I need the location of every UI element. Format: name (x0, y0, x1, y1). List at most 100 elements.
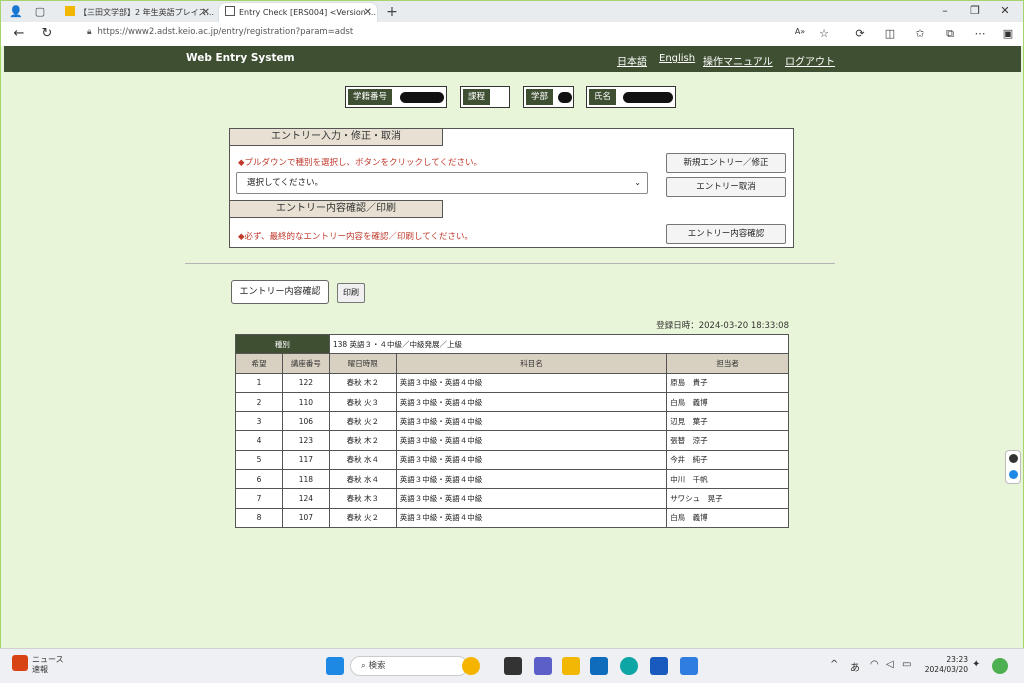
restore-icon[interactable]: ❐ (967, 4, 983, 17)
notification-icon[interactable]: ✦ (972, 659, 980, 670)
news-widget[interactable]: ニュース 速報 (12, 655, 64, 675)
close-circle-icon[interactable] (1009, 454, 1018, 463)
clock[interactable]: 23:23 2024/03/20 (924, 655, 968, 675)
period-cell: 春秋 火２ (328, 507, 397, 528)
clock-time: 23:23 (946, 655, 968, 664)
subject-cell: 英語３中級・英語４中級 (395, 507, 668, 528)
link-japanese[interactable]: 日本語 (617, 53, 647, 68)
teacher-cell: 白鳥 義博 (666, 391, 789, 413)
tab-placement-test[interactable]: 【三田文学部】2 年生英語プレイス... ✕ (59, 3, 215, 23)
teacher-cell: 辺見 葉子 (666, 411, 789, 432)
faculty-label: 学部 (526, 89, 554, 105)
table-row: 6 118 春秋 水４ 英語３中級・英語４中級 中川 千帆 (235, 469, 789, 490)
preference-cell: 8 (235, 507, 283, 528)
preference-cell: 1 (235, 372, 283, 393)
task-view-icon[interactable] (504, 657, 522, 675)
tab-actions-icon[interactable]: ▢ (33, 5, 47, 19)
read-aloud-icon[interactable]: A» (793, 27, 807, 36)
word-icon[interactable] (650, 657, 668, 675)
site-header: Web Entry System 日本語 English 操作マニュアル ログア… (4, 46, 1021, 72)
chevron-down-icon: ⌄ (634, 178, 641, 187)
header-row: 希望 講座番号 曜日時限 科目名 担当者 (235, 353, 789, 374)
preference-cell: 2 (235, 391, 283, 413)
profile-icon[interactable]: 👤 (9, 5, 23, 19)
teacher-cell: 中川 千帆 (666, 469, 789, 490)
side-panel-icons[interactable] (1005, 450, 1021, 484)
entry-confirm-section-title: エントリー内容確認／印刷 (229, 200, 443, 218)
taskbar-search[interactable]: ⌕ 検索 (350, 656, 468, 676)
close-tab-icon[interactable]: ✕ (364, 3, 372, 23)
faculty-badge: 学部 (523, 86, 574, 108)
cancel-entry-button[interactable]: エントリー取消 (666, 177, 786, 197)
preference-cell: 6 (235, 469, 283, 490)
copilot-icon[interactable] (992, 658, 1008, 674)
url-field[interactable]: 🔒︎ https://www2.adst.keio.ac.jp/entry/reg… (87, 27, 353, 37)
course-badge: 課程 (460, 86, 510, 108)
tab-label: 【三田文学部】2 年生英語プレイス... (79, 8, 215, 17)
start-icon[interactable] (326, 657, 344, 675)
course-no-cell: 124 (281, 488, 330, 509)
close-window-icon[interactable]: ✕ (997, 4, 1013, 17)
subject-cell: 英語３中級・英語４中級 (395, 469, 668, 490)
teams-icon[interactable] (534, 657, 552, 675)
link-manual[interactable]: 操作マニュアル (703, 53, 773, 68)
tray-chevron-icon[interactable]: ^ (830, 659, 838, 670)
preference-cell: 4 (235, 430, 283, 451)
table-body: 1 122 春秋 木２ 英語３中級・英語４中級 原島 貴子 2 110 春秋 火３ 英語３中級・… (235, 372, 789, 528)
more-menu-icon[interactable]: ⋯ (973, 27, 987, 40)
wifi-icon[interactable]: ◠ (870, 659, 879, 670)
refresh-icon[interactable]: ↻ (39, 26, 55, 42)
ime-indicator[interactable]: あ (850, 659, 860, 674)
subject-cell: 英語３中級・英語４中級 (395, 391, 668, 413)
app-icon[interactable] (680, 657, 698, 675)
course-no-cell: 110 (281, 391, 330, 413)
url-text: https://www2.adst.keio.ac.jp/entry/regis… (97, 27, 354, 37)
widgets-icon[interactable] (462, 657, 480, 675)
edge-icon[interactable] (620, 657, 638, 675)
subject-cell: 英語３中級・英語４中級 (395, 430, 668, 451)
file-explorer-icon[interactable] (562, 657, 580, 675)
preference-cell: 3 (235, 411, 283, 432)
course-no-cell: 122 (281, 372, 330, 393)
name-label: 氏名 (589, 89, 617, 105)
period-cell: 春秋 火３ (328, 391, 397, 413)
news-line2: 速報 (32, 665, 48, 674)
entry-confirm-button[interactable]: エントリー内容確認 (666, 224, 786, 244)
table-row: 3 106 春秋 火２ 英語３中級・英語４中級 辺見 葉子 (235, 411, 789, 432)
teacher-cell: 今井 純子 (666, 449, 789, 471)
close-tab-icon[interactable]: ✕ (202, 3, 210, 23)
new-tab-icon[interactable]: + (385, 5, 399, 19)
extensions-icon[interactable]: ⟳ (853, 27, 867, 40)
entry-type-select[interactable]: 選択してください。 ⌄ (236, 172, 648, 194)
col-teacher: 担当者 (666, 353, 789, 374)
split-screen-icon[interactable]: ◫ (883, 27, 897, 40)
registration-date: 登録日時：2024-03-20 18:33:08 (656, 321, 789, 331)
teacher-cell: サワシュ 晃子 (666, 488, 789, 509)
back-icon[interactable]: ← (11, 26, 27, 42)
store-icon[interactable] (590, 657, 608, 675)
period-cell: 春秋 水４ (328, 469, 397, 490)
edge-sidebar-icon[interactable] (1009, 470, 1018, 479)
link-english[interactable]: English (659, 53, 695, 64)
teacher-cell: 張替 涼子 (666, 430, 789, 451)
minimize-icon[interactable]: – (937, 4, 953, 17)
new-entry-button[interactable]: 新規エントリー／修正 (666, 153, 786, 173)
course-no-cell: 106 (281, 411, 330, 432)
favorites-icon[interactable]: ✩ (913, 27, 927, 40)
sidebar-toggle-icon[interactable]: ▣ (1001, 27, 1015, 40)
course-no-cell: 117 (281, 449, 330, 471)
battery-icon[interactable]: ▭ (902, 659, 911, 670)
favorite-star-icon[interactable]: ☆ (817, 27, 831, 40)
site-title: Web Entry System (186, 52, 295, 64)
link-logout[interactable]: ログアウト (785, 53, 835, 68)
subject-cell: 英語３中級・英語４中級 (395, 488, 668, 509)
tab-entry-check[interactable]: Entry Check [ERS004] <Version ... ✕ (219, 3, 377, 23)
collections-icon[interactable]: ⧉ (943, 27, 957, 41)
entry-confirm-button-2[interactable]: エントリー内容確認 (231, 280, 329, 304)
browser-tab-bar: 👤 ▢ 【三田文学部】2 年生英語プレイス... ✕ Entry Check [… (0, 0, 1024, 23)
confirm-note: ◆必ず、最終的なエントリー内容を確認／印刷してください。 (238, 232, 473, 242)
teacher-cell: 白鳥 義博 (666, 507, 789, 528)
volume-icon[interactable]: ◁ (886, 659, 894, 670)
print-button[interactable]: 印刷 (337, 283, 365, 303)
lock-icon: 🔒︎ (87, 27, 92, 37)
